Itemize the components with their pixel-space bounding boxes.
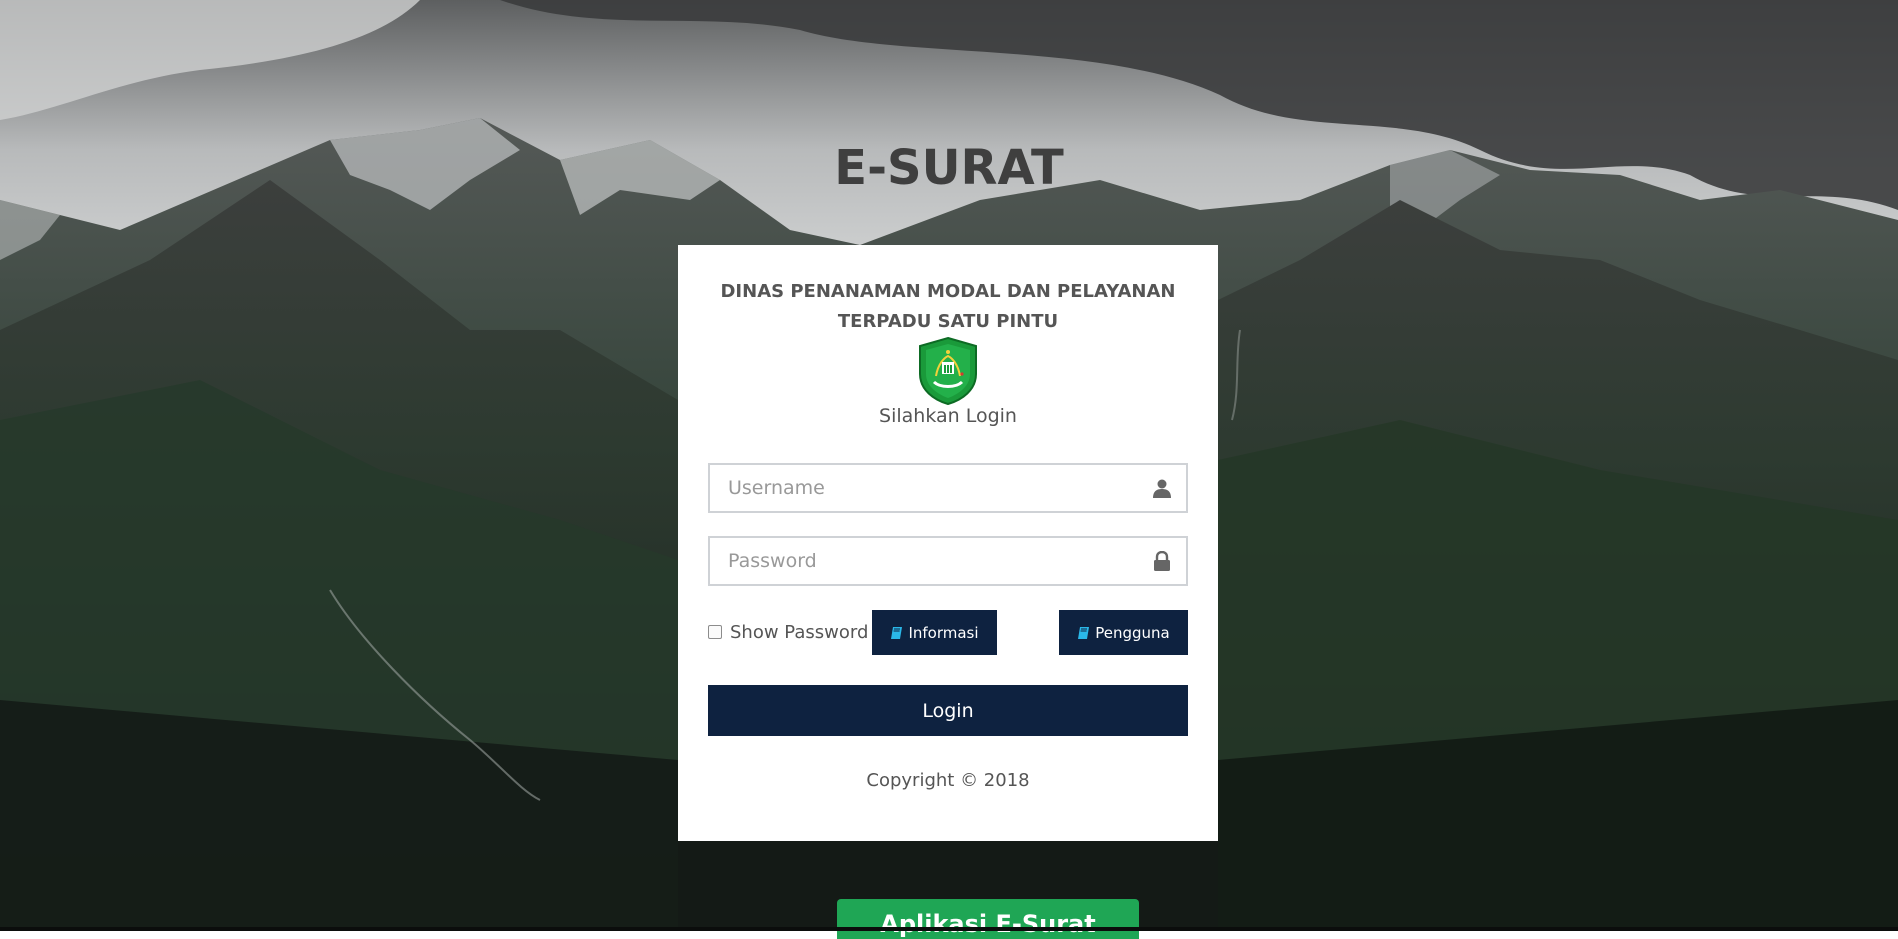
footer-app-badge: Aplikasi E-Surat Online bbox=[837, 899, 1139, 939]
password-group bbox=[708, 536, 1188, 586]
book-icon bbox=[1077, 626, 1090, 640]
show-password-row: Show Password bbox=[708, 617, 868, 647]
informasi-label: Informasi bbox=[908, 623, 979, 642]
show-password-checkbox[interactable] bbox=[708, 625, 722, 639]
agency-name-line1: DINAS PENANAMAN MODAL DAN PELAYANAN bbox=[720, 281, 1176, 302]
pengguna-button[interactable]: Pengguna bbox=[1059, 610, 1188, 655]
book-icon bbox=[890, 626, 903, 640]
username-group bbox=[708, 463, 1188, 513]
informasi-button[interactable]: Informasi bbox=[872, 610, 997, 655]
pengguna-label: Pengguna bbox=[1095, 623, 1170, 642]
user-icon bbox=[1152, 478, 1172, 498]
show-password-label[interactable]: Show Password bbox=[730, 622, 868, 643]
agency-name-line2: TERPADU SATU PINTU bbox=[837, 311, 1059, 332]
bottom-edge bbox=[0, 927, 1898, 931]
login-subtitle: Silahkan Login bbox=[879, 405, 1017, 427]
lock-icon bbox=[1152, 550, 1172, 571]
password-input[interactable] bbox=[710, 538, 1130, 584]
login-button[interactable]: Login bbox=[708, 685, 1188, 736]
app-title: E-SURAT bbox=[834, 140, 1064, 196]
username-input[interactable] bbox=[710, 465, 1130, 511]
regional-emblem-icon bbox=[916, 336, 980, 406]
agency-name: DINAS PENANAMAN MODAL DAN PELAYANAN TERP… bbox=[678, 277, 1218, 337]
copyright-text: Copyright © 2018 bbox=[866, 770, 1030, 791]
login-card: DINAS PENANAMAN MODAL DAN PELAYANAN TERP… bbox=[678, 245, 1218, 841]
